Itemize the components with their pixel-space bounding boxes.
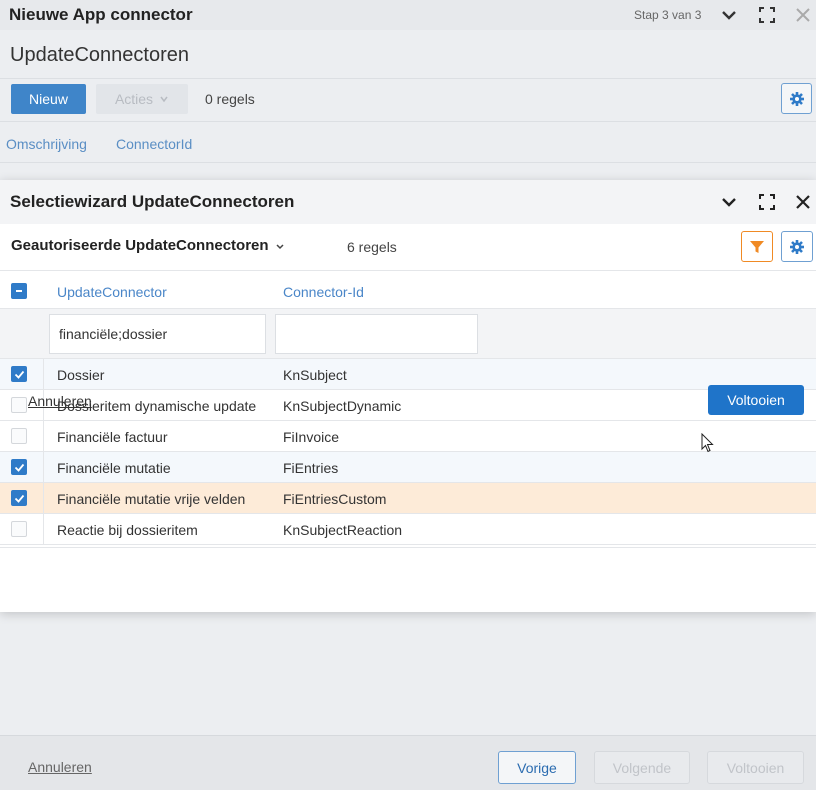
table-row[interactable]: Reactie bij dossieritem KnSubjectReactio… bbox=[0, 514, 816, 545]
chevron-down-icon[interactable] bbox=[718, 4, 740, 26]
outer-column-omschrijving[interactable]: Omschrijving bbox=[6, 136, 87, 152]
cell-connector-id: FiInvoice bbox=[283, 429, 340, 445]
cell-updateconnector: Reactie bij dossieritem bbox=[57, 522, 198, 538]
step-indicator: Stap 3 van 3 bbox=[634, 8, 702, 22]
outer-settings-button[interactable] bbox=[781, 83, 812, 114]
outer-row-count: 0 regels bbox=[205, 91, 255, 107]
outer-window-title: Nieuwe App connector bbox=[9, 5, 193, 24]
dialog-finish-button[interactable]: Voltooien bbox=[708, 385, 804, 415]
actions-label: Acties bbox=[114, 91, 154, 107]
mouse-cursor-icon bbox=[701, 432, 715, 456]
dialog-cancel-button[interactable]: Annuleren bbox=[28, 393, 92, 409]
view-selector[interactable]: Geautoriseerde UpdateConnectoren bbox=[11, 237, 285, 254]
row-checkbox[interactable] bbox=[11, 490, 27, 506]
filter-button[interactable] bbox=[741, 231, 773, 262]
gear-icon bbox=[790, 239, 804, 254]
cell-connector-id: KnSubject bbox=[283, 367, 347, 383]
divider bbox=[0, 162, 816, 163]
table-row[interactable]: Financiële mutatie FiEntries bbox=[0, 452, 816, 483]
selection-wizard-dialog: Selectiewizard UpdateConnectoren Geautor… bbox=[0, 180, 816, 612]
table-row[interactable]: Dossier KnSubject bbox=[0, 359, 816, 390]
view-label: Geautoriseerde UpdateConnectoren bbox=[11, 237, 269, 254]
cell-updateconnector: Financiële mutatie vrije velden bbox=[57, 491, 246, 507]
dialog-row-count: 6 regels bbox=[347, 239, 397, 255]
cell-updateconnector: Financiële factuur bbox=[57, 429, 168, 445]
filter-icon bbox=[750, 240, 764, 253]
table-row[interactable]: Financiële factuur FiInvoice bbox=[0, 421, 816, 452]
dialog-header: Selectiewizard UpdateConnectoren bbox=[0, 180, 816, 224]
connector-id-filter-input[interactable] bbox=[275, 314, 478, 354]
row-checkbox[interactable] bbox=[11, 459, 27, 475]
dialog-footer bbox=[0, 547, 816, 612]
new-button[interactable]: Nieuw bbox=[11, 84, 86, 114]
outer-subtitle: UpdateConnectoren bbox=[10, 44, 190, 66]
cell-connector-id: KnSubjectDynamic bbox=[283, 398, 402, 414]
outer-column-connectorid[interactable]: ConnectorId bbox=[116, 136, 192, 152]
outer-footer bbox=[0, 735, 816, 790]
maximize-icon[interactable] bbox=[756, 191, 778, 213]
select-all-checkbox[interactable] bbox=[11, 283, 27, 299]
cell-connector-id: KnSubjectReaction bbox=[283, 522, 403, 538]
outer-finish-button[interactable]: Voltooien bbox=[707, 751, 804, 784]
chevron-down-icon[interactable] bbox=[718, 191, 740, 213]
updateconnector-filter-input[interactable] bbox=[49, 314, 266, 354]
cell-connector-id: FiEntriesCustom bbox=[283, 491, 387, 507]
cell-updateconnector: Financiële mutatie bbox=[57, 460, 171, 476]
row-checkbox[interactable] bbox=[11, 521, 27, 537]
row-checkbox[interactable] bbox=[11, 366, 27, 382]
chevron-down-icon bbox=[160, 96, 168, 103]
close-icon[interactable] bbox=[792, 4, 814, 26]
maximize-icon[interactable] bbox=[756, 4, 778, 26]
outer-title-bar: Nieuwe App connector Stap 3 van 3 bbox=[0, 0, 816, 30]
actions-button[interactable]: Acties bbox=[96, 84, 188, 114]
row-checkbox[interactable] bbox=[11, 397, 27, 413]
row-checkbox[interactable] bbox=[11, 428, 27, 444]
table-row[interactable]: Financiële mutatie vrije velden FiEntrie… bbox=[0, 483, 816, 514]
close-icon[interactable] bbox=[792, 191, 814, 213]
previous-button[interactable]: Vorige bbox=[498, 751, 576, 784]
filter-row bbox=[0, 309, 816, 359]
cell-connector-id: FiEntries bbox=[283, 460, 339, 476]
outer-cancel-button[interactable]: Annuleren bbox=[28, 759, 92, 775]
next-button[interactable]: Volgende bbox=[594, 751, 690, 784]
column-header-connector-id[interactable]: Connector-Id bbox=[283, 284, 364, 300]
gear-icon bbox=[789, 91, 804, 106]
dialog-title: Selectiewizard UpdateConnectoren bbox=[10, 192, 295, 211]
table-row[interactable]: Dossieritem dynamische update KnSubjectD… bbox=[0, 390, 816, 421]
dialog-settings-button[interactable] bbox=[781, 231, 813, 262]
chevron-down-icon bbox=[276, 243, 284, 249]
grid-header: UpdateConnector Connector-Id bbox=[0, 270, 816, 309]
cell-updateconnector: Dossier bbox=[57, 367, 105, 383]
column-header-updateconnector[interactable]: UpdateConnector bbox=[57, 284, 167, 300]
